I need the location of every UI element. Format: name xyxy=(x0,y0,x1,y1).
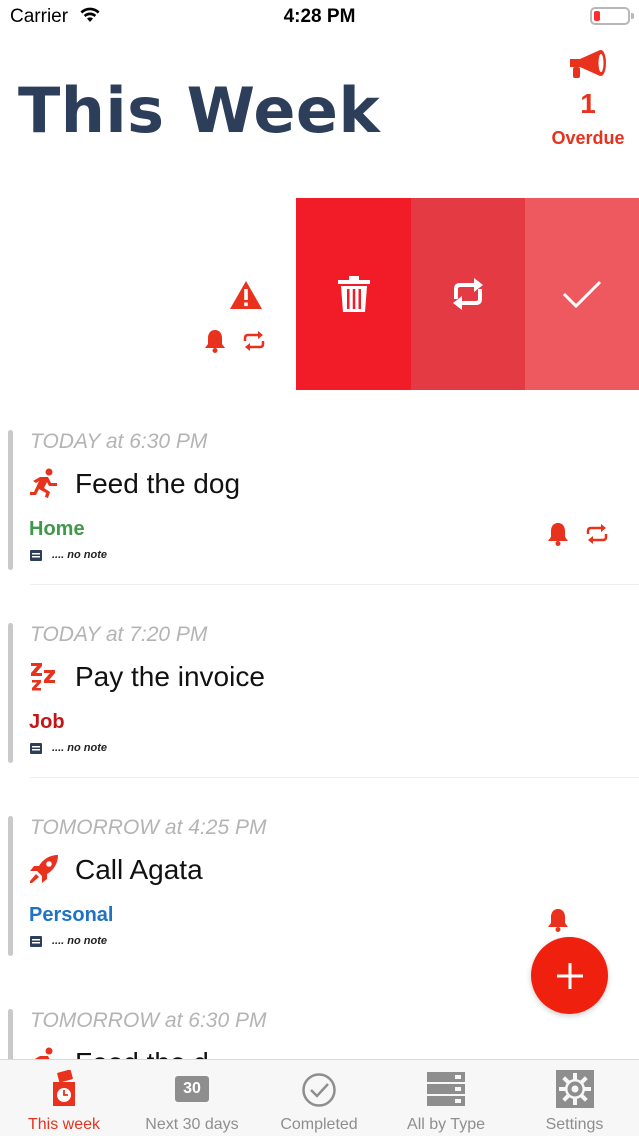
task-title: Pay the invoice xyxy=(75,661,265,692)
tab-label: All by Type xyxy=(407,1116,485,1133)
task-card[interactable]: TODAY at 7:20 PM Pay the invoice Job ...… xyxy=(0,603,639,778)
overdue-label: Overdue xyxy=(551,128,625,148)
note-icon xyxy=(30,550,42,561)
running-icon xyxy=(34,1047,53,1059)
stack-icon xyxy=(427,1072,465,1106)
add-task-button[interactable] xyxy=(531,937,608,1014)
complete-button[interactable] xyxy=(525,198,639,390)
task-date: TODAY at 7:20 PM xyxy=(30,623,208,646)
task-date: TOMORROW at 6:30 PM xyxy=(30,1009,267,1032)
task-note: .... no note xyxy=(52,742,107,754)
tab-label: This week xyxy=(27,1116,101,1133)
task-note: .... no note xyxy=(52,935,107,947)
task-priority-bar xyxy=(8,623,13,763)
gear-icon xyxy=(555,1070,594,1108)
tab-this-week[interactable]: This week xyxy=(0,1060,128,1136)
task-category: Job xyxy=(29,711,65,733)
task-priority-bar xyxy=(8,430,13,570)
calendar-30-icon: 30 xyxy=(175,1076,209,1102)
task-priority-bar xyxy=(8,816,13,956)
task-card[interactable]: TODAY at 6:30 PM Feed the dog Home .... … xyxy=(0,410,639,585)
note-icon xyxy=(30,743,42,754)
task-note: .... no note xyxy=(52,549,107,561)
tab-completed[interactable]: Completed xyxy=(256,1060,382,1136)
tab-next-30-days[interactable]: 30 Next 30 days xyxy=(128,1060,256,1136)
divider xyxy=(30,584,639,585)
trash-icon xyxy=(337,276,370,312)
tab-label: Next 30 days xyxy=(145,1116,239,1133)
repeat-icon xyxy=(586,524,608,544)
warning-icon xyxy=(230,281,262,309)
task-title: Feed the d xyxy=(75,1047,209,1059)
delete-button[interactable] xyxy=(296,198,411,390)
tab-label: Completed xyxy=(280,1116,358,1133)
bell-icon xyxy=(548,523,568,546)
task-date: TOMORROW at 4:25 PM xyxy=(30,816,267,839)
repeat-icon xyxy=(243,331,265,351)
tab-all-by-type[interactable]: All by Type xyxy=(382,1060,510,1136)
task-category: Personal xyxy=(29,904,114,926)
bell-icon xyxy=(205,330,225,353)
clock: 4:28 PM xyxy=(283,6,356,27)
check-circle-icon xyxy=(302,1073,336,1107)
battery-icon xyxy=(590,7,634,25)
task-card[interactable]: TOMORROW at 4:25 PM Call Agata Personal … xyxy=(0,796,639,971)
note-icon xyxy=(30,936,42,947)
repeat-icon xyxy=(453,278,483,310)
task-date: TODAY at 6:30 PM xyxy=(30,430,208,453)
task-title: Call Agata xyxy=(75,854,203,885)
tab-bar: This week 30 Next 30 days Completed All … xyxy=(0,1059,639,1136)
this-week-icon xyxy=(53,1070,75,1106)
checkmark-icon xyxy=(562,280,602,309)
page-title: This Week xyxy=(18,74,381,147)
task-category: Home xyxy=(29,518,85,540)
bell-icon xyxy=(548,909,568,932)
status-bar: Carrier 4:28 PM xyxy=(0,0,639,34)
megaphone-icon xyxy=(570,50,606,78)
overdue-indicator[interactable]: 1 Overdue xyxy=(540,48,636,149)
tab-settings[interactable]: Settings xyxy=(510,1060,639,1136)
plus-icon xyxy=(556,962,583,989)
divider xyxy=(30,777,639,778)
rocket-icon xyxy=(30,855,58,883)
repeat-button[interactable] xyxy=(411,198,525,390)
task-title: Feed the dog xyxy=(75,468,241,499)
running-icon xyxy=(30,468,57,498)
swiped-task-row[interactable] xyxy=(0,198,639,390)
tab-label: Settings xyxy=(545,1116,604,1133)
sleep-icon xyxy=(31,663,55,691)
task-priority-bar xyxy=(8,1009,13,1059)
overdue-count: 1 xyxy=(580,88,596,119)
